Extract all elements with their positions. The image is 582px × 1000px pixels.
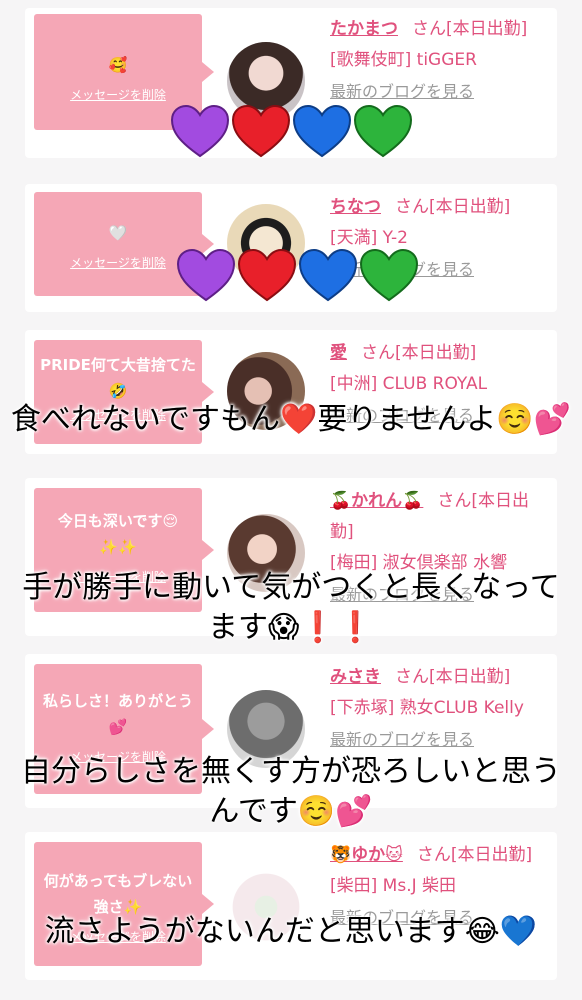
delete-message-link[interactable]: メッセージを削除 — [34, 86, 202, 103]
red-heart-icon — [232, 104, 291, 158]
blog-link[interactable]: 最新のブログを見る — [330, 76, 550, 107]
blog-link[interactable]: 最新のブログを見る — [330, 724, 550, 755]
user-info: みさき さん[本日出勤] [下赤塚] 熟女CLUB Kelly 最新のブログを見る — [330, 662, 550, 755]
message-text: 今日も深いです😌✨✨ — [57, 512, 179, 556]
purple-heart-icon — [176, 248, 236, 302]
green-heart-icon — [360, 248, 419, 302]
area-shop-text: [柴田] Ms.J 柴田 — [330, 876, 457, 896]
status-text: さん[本日出勤] — [416, 845, 533, 865]
heart-stickers — [176, 248, 419, 308]
message-text: 🤍 — [108, 224, 128, 242]
user-card: 何があってもブレない強さ✨ メッセージを削除 🐯ゆか🐱 さん[本日出勤] [柴田]… — [25, 832, 557, 980]
blue-heart-icon — [293, 104, 352, 158]
green-heart-icon — [354, 104, 413, 158]
status-text: さん[本日出勤] — [361, 343, 477, 363]
message-text: 私らしさ！ありがとう💕 — [42, 692, 193, 736]
area-shop-text: [中洲] CLUB ROYAL — [330, 374, 488, 394]
area-shop-text: [下赤塚] 熟女CLUB Kelly — [330, 698, 524, 718]
message-text: PRIDE何て大昔捨てた🤣 — [40, 356, 196, 400]
status-text: さん[本日出勤] — [395, 197, 511, 217]
status-text: さん[本日出勤] — [395, 667, 511, 687]
user-info: たかまつ さん[本日出勤] [歌舞伎町] tiGGER 最新のブログを見る — [330, 14, 550, 107]
blue-heart-icon — [299, 248, 358, 302]
area-shop-text: [歌舞伎町] tiGGER — [330, 50, 477, 70]
message-text: 🥰 — [108, 56, 128, 74]
heart-stickers — [170, 104, 413, 164]
user-name-link[interactable]: 愛 — [330, 343, 347, 363]
overlay-caption: 食べれないですもん❤️要りませんよ☺️💕 — [10, 402, 572, 437]
user-name-link[interactable]: みさき — [330, 667, 381, 687]
overlay-caption: 流さようがないんだと思います😂💙 — [44, 914, 538, 949]
user-name-link[interactable]: ちなつ — [330, 197, 381, 217]
purple-heart-icon — [170, 104, 230, 158]
user-name-link[interactable]: 🍒かれん🍒 — [330, 491, 423, 511]
user-name-link[interactable]: 🐯ゆか🐱 — [330, 845, 403, 865]
user-name-link[interactable]: たかまつ — [330, 19, 398, 39]
red-heart-icon — [238, 248, 297, 302]
area-shop-text: [天満] Y-2 — [330, 228, 408, 248]
status-text: さん[本日出勤] — [412, 19, 528, 39]
overlay-caption: 手が勝手に動いて気がつくと長くなってます😱❗❗ — [22, 570, 560, 645]
overlay-caption: 自分らしさを無くす方が恐ろしいと思うんです☺️💕 — [21, 754, 561, 829]
